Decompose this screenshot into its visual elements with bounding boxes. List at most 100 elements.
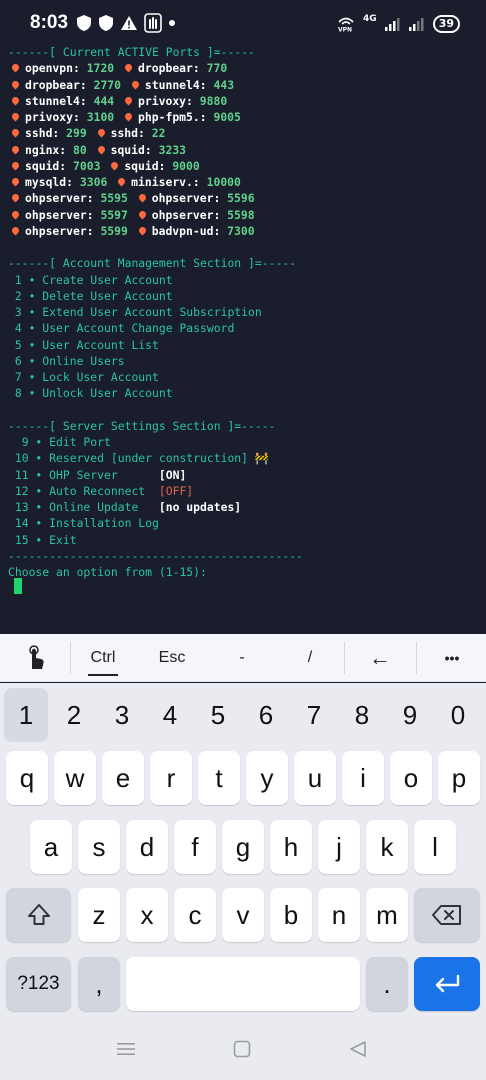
map-pin-icon bbox=[123, 62, 134, 73]
server-menu-item: 15 • Exit bbox=[8, 532, 77, 548]
comma-key[interactable]: , bbox=[78, 957, 120, 1011]
port-service-name: privoxy: bbox=[138, 93, 193, 108]
key-c[interactable]: c bbox=[174, 888, 216, 942]
symbols-key[interactable]: ?123 bbox=[6, 957, 71, 1011]
server-menu-item-text: 11 • OHP Server bbox=[8, 467, 159, 482]
status-bar: 8:03 VPN 4G 39 bbox=[0, 0, 486, 44]
esc-key[interactable]: Esc bbox=[148, 634, 196, 682]
key-d[interactable]: d bbox=[126, 820, 168, 874]
key-g[interactable]: g bbox=[222, 820, 264, 874]
key-s[interactable]: s bbox=[78, 820, 120, 874]
key-2[interactable]: 2 bbox=[52, 688, 96, 742]
dash-key[interactable]: - bbox=[220, 634, 264, 682]
ports-row: ohpserver: 5597 ohpserver: 5598 bbox=[8, 207, 255, 223]
ports-row: mysqld: 3306 miniserv.: 10000 bbox=[8, 174, 241, 190]
more-key[interactable]: ••• bbox=[428, 634, 476, 682]
map-pin-icon bbox=[10, 62, 21, 73]
key-m[interactable]: m bbox=[366, 888, 408, 942]
slash-key[interactable]: / bbox=[288, 634, 332, 682]
port-service-name: dropbear: bbox=[25, 77, 87, 92]
key-0[interactable]: 0 bbox=[436, 688, 480, 742]
left-arrow-key[interactable]: ← bbox=[356, 634, 404, 682]
period-key[interactable]: . bbox=[366, 957, 408, 1011]
map-pin-icon bbox=[137, 209, 148, 219]
key-k[interactable]: k bbox=[366, 820, 408, 874]
shift-key[interactable] bbox=[6, 888, 71, 942]
port-service-name: ohpserver: bbox=[25, 207, 94, 222]
key-v[interactable]: v bbox=[222, 888, 264, 942]
port-service-name: ohpserver: bbox=[151, 207, 221, 222]
account-menu-item-text: 8 • Unlock User Account bbox=[8, 386, 173, 401]
dot-icon bbox=[169, 20, 175, 26]
key-y[interactable]: y bbox=[246, 751, 288, 805]
port-number: 7300 bbox=[227, 223, 255, 238]
map-pin-icon bbox=[96, 144, 107, 154]
enter-key[interactable] bbox=[414, 957, 480, 1011]
map-pin-icon bbox=[10, 225, 21, 236]
key-b[interactable]: b bbox=[270, 888, 312, 942]
key-1[interactable]: 1 bbox=[4, 688, 48, 742]
divider-text: ----------------------------------------… bbox=[8, 548, 303, 563]
key-7[interactable]: 7 bbox=[292, 688, 336, 742]
port-service-name: sshd: bbox=[25, 126, 60, 141]
key-i[interactable]: i bbox=[342, 751, 384, 805]
port-service-name: ohpserver: bbox=[25, 191, 94, 206]
key-a[interactable]: a bbox=[30, 820, 72, 874]
divider bbox=[416, 642, 417, 674]
key-9[interactable]: 9 bbox=[388, 688, 432, 742]
ports-row: dropbear: 2770 stunnel4: 443 bbox=[8, 77, 234, 93]
key-e[interactable]: e bbox=[102, 751, 144, 805]
server-menu-item: 12 • Auto Reconnect [OFF] bbox=[8, 483, 193, 499]
menu-icon[interactable] bbox=[116, 1040, 136, 1058]
key-u[interactable]: u bbox=[294, 751, 336, 805]
map-pin-icon bbox=[123, 95, 134, 106]
ports-row: openvpn: 1720 dropbear: 770 bbox=[8, 60, 227, 76]
port-service-name: privoxy: bbox=[25, 110, 80, 124]
key-n[interactable]: n bbox=[318, 888, 360, 942]
ports-row: sshd: 299 sshd: 22 bbox=[8, 125, 165, 141]
key-p[interactable]: p bbox=[438, 751, 480, 805]
space-key[interactable] bbox=[126, 957, 360, 1011]
key-l[interactable]: l bbox=[414, 820, 456, 874]
ports-row: nginx: 80 squid: 3233 bbox=[8, 142, 186, 158]
touch-key[interactable] bbox=[12, 634, 58, 682]
home-icon[interactable] bbox=[233, 1040, 251, 1058]
key-8[interactable]: 8 bbox=[340, 688, 384, 742]
key-o[interactable]: o bbox=[390, 751, 432, 805]
port-number: 443 bbox=[213, 77, 235, 92]
port-number: 3233 bbox=[158, 142, 187, 157]
clock: 8:03 bbox=[30, 12, 69, 33]
port-number: 770 bbox=[206, 61, 228, 76]
key-f[interactable]: f bbox=[174, 820, 216, 874]
key-3[interactable]: 3 bbox=[100, 688, 144, 742]
port-number: 7003 bbox=[73, 158, 101, 173]
backspace-key[interactable] bbox=[414, 888, 480, 942]
key-q[interactable]: q bbox=[6, 751, 48, 805]
server-menu-item: 10 • Reserved [under construction] 🚧 bbox=[8, 450, 269, 466]
port-number: 10000 bbox=[206, 175, 241, 189]
key-w[interactable]: w bbox=[54, 751, 96, 805]
enter-icon bbox=[435, 974, 460, 993]
key-r[interactable]: r bbox=[150, 751, 192, 805]
port-service-name: stunnel4: bbox=[25, 93, 87, 108]
server-menu-item: 13 • Online Update [no updates] bbox=[8, 499, 241, 515]
map-pin-icon bbox=[10, 127, 21, 138]
warning-icon bbox=[121, 16, 137, 30]
key-x[interactable]: x bbox=[126, 888, 168, 942]
terminal-cursor bbox=[14, 578, 22, 594]
key-4[interactable]: 4 bbox=[148, 688, 192, 742]
port-number: 9880 bbox=[199, 93, 228, 108]
map-pin-icon bbox=[10, 144, 21, 154]
key-h[interactable]: h bbox=[270, 820, 312, 874]
key-z[interactable]: z bbox=[78, 888, 120, 942]
back-icon[interactable] bbox=[348, 1040, 368, 1058]
port-number: 2770 bbox=[93, 77, 122, 92]
key-6[interactable]: 6 bbox=[244, 688, 288, 742]
server-menu-item-text: 13 • Online Update bbox=[8, 500, 159, 514]
terminal-output[interactable]: ------[ Current ACTIVE Ports ]=----- open… bbox=[0, 44, 486, 634]
key-t[interactable]: t bbox=[198, 751, 240, 805]
key-j[interactable]: j bbox=[318, 820, 360, 874]
server-menu-item-text: 14 • Installation Log bbox=[8, 516, 159, 531]
prompt-text: Choose an option from (1-15): bbox=[8, 565, 207, 579]
key-5[interactable]: 5 bbox=[196, 688, 240, 742]
